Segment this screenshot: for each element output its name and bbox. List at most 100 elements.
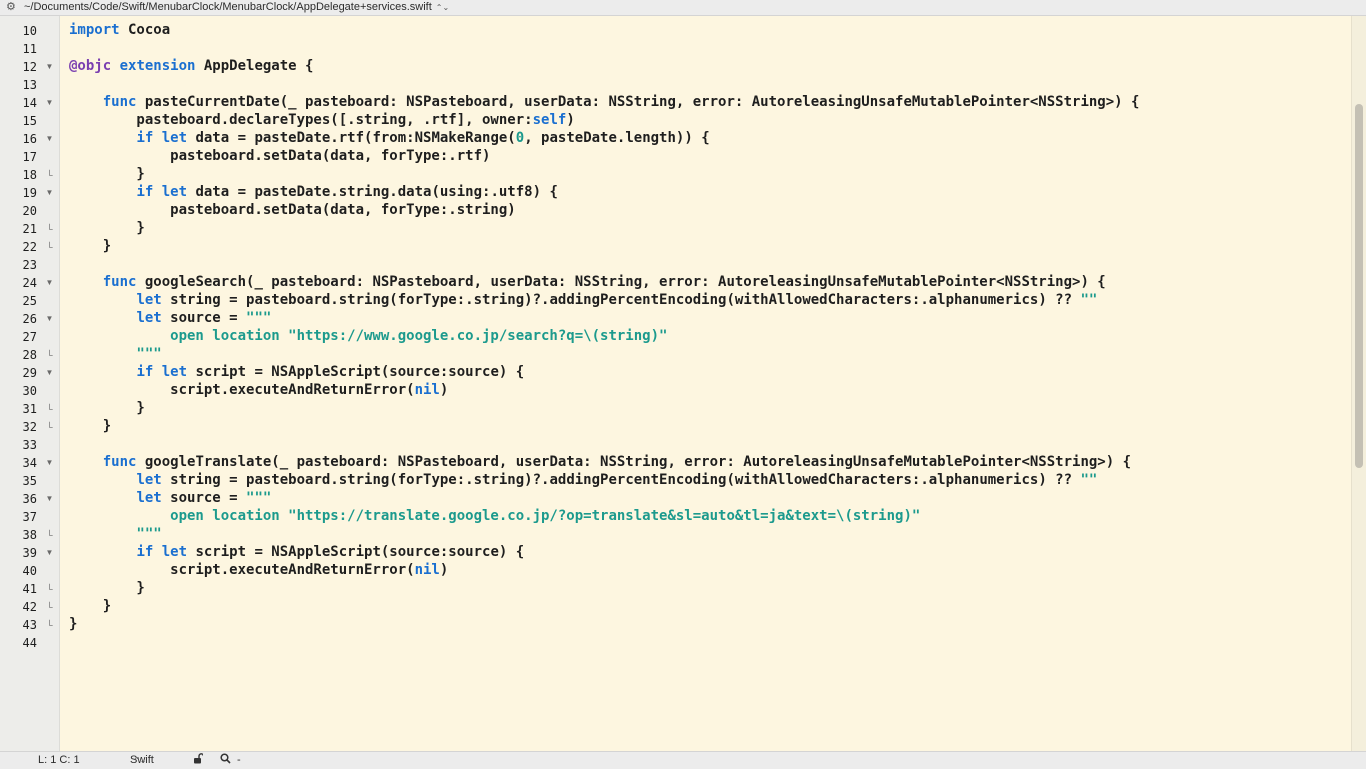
fold-end-icon: └ [46,422,53,432]
line-number: 12 [22,60,37,74]
code-line[interactable]: @objc extension AppDelegate { [69,57,313,75]
code-line[interactable]: } [69,399,144,417]
code-line[interactable]: open location "https://www.google.co.jp/… [69,327,667,345]
code-line[interactable]: } [69,417,111,435]
code-line[interactable]: pasteboard.setData(data, forType:.rtf) [69,147,490,165]
fold-end-icon: └ [46,404,53,414]
fold-end-icon: └ [46,602,53,612]
line-number: 29 [22,366,37,380]
line-number: 31 [22,402,37,416]
line-number: 22 [22,240,37,254]
line-number: 33 [22,438,37,452]
line-number: 10 [22,24,37,38]
fold-end-icon: └ [46,170,53,180]
code-line[interactable]: script.executeAndReturnError(nil) [69,561,448,579]
code-line[interactable]: open location "https://translate.google.… [69,507,920,525]
fold-disclosure-icon[interactable]: ▼ [44,310,55,328]
title-bar: ⚙ ~/Documents/Code/Swift/MenubarClock/Me… [0,0,1366,16]
code-line[interactable]: func pasteCurrentDate(_ pasteboard: NSPa… [69,93,1140,111]
fold-disclosure-icon[interactable]: ▼ [44,274,55,292]
line-number: 30 [22,384,37,398]
code-line[interactable]: if let script = NSAppleScript(source:sou… [69,363,524,381]
code-line[interactable]: if let data = pasteDate.rtf(from:NSMakeR… [69,129,709,147]
code-line[interactable]: if let data = pasteDate.string.data(usin… [69,183,557,201]
line-number: 43 [22,618,37,632]
fold-disclosure-icon[interactable]: ▼ [44,454,55,472]
code-line[interactable]: let source = """ [69,309,271,327]
code-line[interactable]: let string = pasteboard.string(forType:.… [69,291,1097,309]
code-line[interactable]: } [69,579,144,597]
code-line[interactable]: } [69,219,144,237]
fold-end-icon: └ [46,530,53,540]
code-line[interactable]: script.executeAndReturnError(nil) [69,381,448,399]
line-number: 36 [22,492,37,506]
code-line[interactable]: pasteboard.setData(data, forType:.string… [69,201,516,219]
line-number: 26 [22,312,37,326]
line-number: 35 [22,474,37,488]
code-editor[interactable]: import Cocoa @objc extension AppDelegate … [60,16,1351,751]
code-line[interactable]: pasteboard.declareTypes([.string, .rtf],… [69,111,574,129]
fold-disclosure-icon[interactable]: ▼ [44,58,55,76]
fold-end-icon: └ [46,224,53,234]
line-number: 16 [22,132,37,146]
line-number: 19 [22,186,37,200]
language-chevron-icon: ⌃⌄ [133,756,147,765]
line-number: 40 [22,564,37,578]
line-number: 38 [22,528,37,542]
vertical-scrollbar[interactable] [1351,16,1366,751]
line-number: 14 [22,96,37,110]
line-number-gutter: 10 11 12 ▼ 13 14 ▼ 15 16 ▼ 17 18 └ 19 ▼ 20 21 └ 22 └ 23 24 ▼ 25… [0,16,60,751]
code-line[interactable]: """ [69,525,161,543]
code-line[interactable]: import Cocoa [69,21,170,39]
code-line[interactable]: } [69,597,111,615]
line-number: 15 [22,114,37,128]
fold-disclosure-icon[interactable]: ▼ [44,94,55,112]
line-number: 21 [22,222,37,236]
line-number: 44 [22,636,37,650]
gear-icon[interactable]: ⚙ [6,0,16,15]
line-number: 39 [22,546,37,560]
file-path-label: ~/Documents/Code/Swift/MenubarClock/Menu… [24,1,432,13]
line-number: 25 [22,294,37,308]
line-number: 13 [22,78,37,92]
status-bar: L: 1 C: 1 Swift ⌃⌄ - [0,751,1366,769]
code-line[interactable]: if let script = NSAppleScript(source:sou… [69,543,524,561]
line-number: 17 [22,150,37,164]
fold-disclosure-icon[interactable]: ▼ [44,490,55,508]
code-line[interactable]: func googleSearch(_ pasteboard: NSPasteb… [69,273,1106,291]
line-number: 34 [22,456,37,470]
code-line[interactable]: } [69,615,77,633]
line-number: 11 [22,42,37,56]
search-icon[interactable] [220,752,231,769]
cursor-position[interactable]: L: 1 C: 1 [38,752,80,769]
search-value[interactable]: - [237,752,241,769]
scrollbar-thumb[interactable] [1355,104,1363,468]
line-number: 42 [22,600,37,614]
code-line[interactable]: let source = """ [69,489,271,507]
code-line[interactable]: let string = pasteboard.string(forType:.… [69,471,1097,489]
line-number: 20 [22,204,37,218]
line-number: 37 [22,510,37,524]
path-chevron-icon[interactable]: ⌃⌄ [436,3,449,12]
code-line[interactable]: func googleTranslate(_ pasteboard: NSPas… [69,453,1131,471]
fold-end-icon: └ [46,584,53,594]
code-line[interactable]: """ [69,345,161,363]
lock-icon[interactable] [193,752,205,769]
line-number: 23 [22,258,37,272]
file-path[interactable]: ~/Documents/Code/Swift/MenubarClock/Menu… [24,0,449,15]
code-line[interactable]: } [69,165,144,183]
line-number: 28 [22,348,37,362]
code-line[interactable]: } [69,237,111,255]
line-number: 27 [22,330,37,344]
fold-end-icon: └ [46,350,53,360]
fold-disclosure-icon[interactable]: ▼ [44,130,55,148]
fold-disclosure-icon[interactable]: ▼ [44,544,55,562]
line-number: 24 [22,276,37,290]
fold-end-icon: └ [46,242,53,252]
line-number: 41 [22,582,37,596]
fold-end-icon: └ [46,620,53,630]
line-number: 32 [22,420,37,434]
fold-disclosure-icon[interactable]: ▼ [44,184,55,202]
fold-disclosure-icon[interactable]: ▼ [44,364,55,382]
line-number: 18 [22,168,37,182]
